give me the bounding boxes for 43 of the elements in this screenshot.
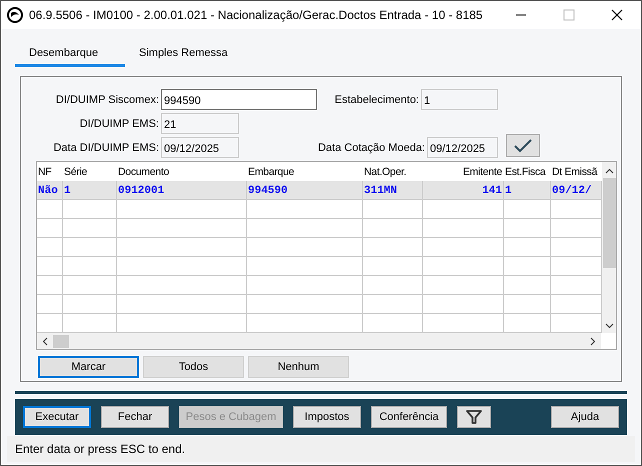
vertical-scrollbar[interactable]	[602, 162, 616, 333]
scroll-left-icon[interactable]	[42, 336, 48, 346]
table-cell: 994590	[247, 181, 363, 199]
input-field[interactable]: 21	[161, 113, 239, 134]
window-title: 06.9.5506 - IM0100 - 2.00.01.021 - Nacionalização/Gerac.Doctos Entrada - 10 - 8185	[29, 7, 483, 24]
input-field[interactable]: 994590	[161, 89, 317, 110]
scroll-thumb[interactable]	[53, 334, 69, 348]
checkmark-icon	[514, 138, 532, 152]
table-cell: 311MN	[363, 181, 423, 199]
confirm-button[interactable]	[506, 134, 540, 157]
tab[interactable]: Simples Remessa	[125, 43, 235, 67]
scroll-thumb[interactable]	[602, 178, 616, 268]
action-button[interactable]: Marcar	[38, 356, 139, 378]
table-cell: Não	[37, 181, 63, 199]
close-icon[interactable]	[611, 9, 623, 21]
table-cell: 141	[423, 181, 504, 199]
scroll-down-icon[interactable]	[604, 323, 614, 329]
toolbar-button[interactable]: Executar	[23, 406, 91, 428]
scroll-up-icon[interactable]	[604, 168, 614, 174]
toolbar-button[interactable]: Conferência	[371, 406, 447, 428]
input-field[interactable]: 09/12/2025	[161, 137, 239, 158]
filter-button[interactable]	[457, 406, 491, 428]
input-field[interactable]: 1	[421, 89, 498, 110]
status-bar: Enter data or press ESC to end.	[7, 436, 635, 462]
table-cell: 1	[504, 181, 551, 199]
toolbar-button[interactable]: Ajuda	[551, 406, 619, 428]
filter-icon	[466, 409, 482, 425]
toolbar-button[interactable]: Fechar	[101, 406, 169, 428]
table-cell: 0912001	[117, 181, 247, 199]
field-label: Data Cotação Moeda:	[316, 141, 425, 156]
horizontal-scrollbar[interactable]	[37, 333, 601, 349]
action-button[interactable]: Nenhum	[248, 356, 349, 378]
field-label: DI/DUIMP Siscomex:	[54, 93, 159, 108]
input-field[interactable]: 09/12/2025	[427, 137, 498, 158]
action-button[interactable]: Todos	[143, 356, 244, 378]
tab[interactable]: Desembarque	[15, 43, 125, 67]
scroll-right-icon[interactable]	[590, 336, 596, 346]
field-label: Data DI/DUIMP EMS:	[52, 141, 159, 156]
field-label: DI/DUIMP EMS:	[78, 117, 159, 132]
app-logo-icon	[7, 7, 23, 23]
field-label: Estabelecimento:	[334, 93, 419, 108]
toolbar-button[interactable]: Impostos	[293, 406, 361, 428]
table-cell: 1	[63, 181, 117, 199]
